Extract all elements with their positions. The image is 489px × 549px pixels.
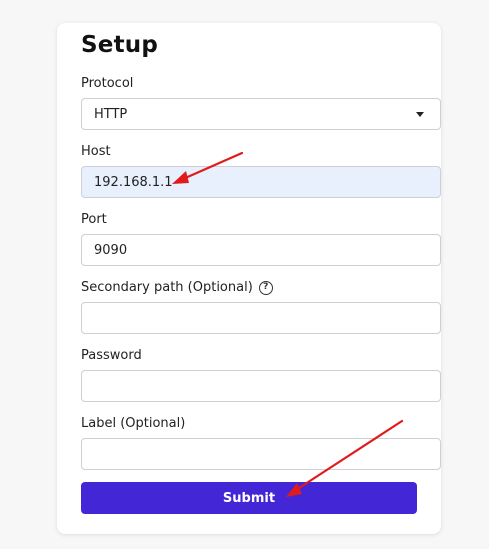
- secondary-path-input[interactable]: [81, 302, 441, 334]
- setup-card: Setup Protocol HTTP Host Port Secondary …: [57, 23, 441, 534]
- port-input[interactable]: [81, 234, 441, 266]
- port-label: Port: [81, 212, 107, 227]
- password-label: Password: [81, 348, 142, 363]
- host-input[interactable]: [81, 166, 441, 198]
- submit-button[interactable]: Submit: [81, 482, 417, 514]
- password-input[interactable]: [81, 370, 441, 402]
- protocol-label: Protocol: [81, 76, 134, 91]
- secondary-path-label-text: Secondary path (Optional): [81, 280, 253, 295]
- label-input[interactable]: [81, 438, 441, 470]
- chevron-down-icon: [416, 111, 424, 117]
- page-title: Setup: [81, 32, 158, 58]
- protocol-select[interactable]: HTTP: [81, 98, 441, 130]
- protocol-select-value: HTTP: [94, 106, 128, 122]
- page: Setup Protocol HTTP Host Port Secondary …: [0, 0, 489, 549]
- secondary-path-label: Secondary path (Optional) ?: [81, 280, 273, 295]
- label-field-label: Label (Optional): [81, 416, 186, 431]
- question-circle-icon[interactable]: ?: [258, 280, 273, 295]
- host-label: Host: [81, 144, 111, 159]
